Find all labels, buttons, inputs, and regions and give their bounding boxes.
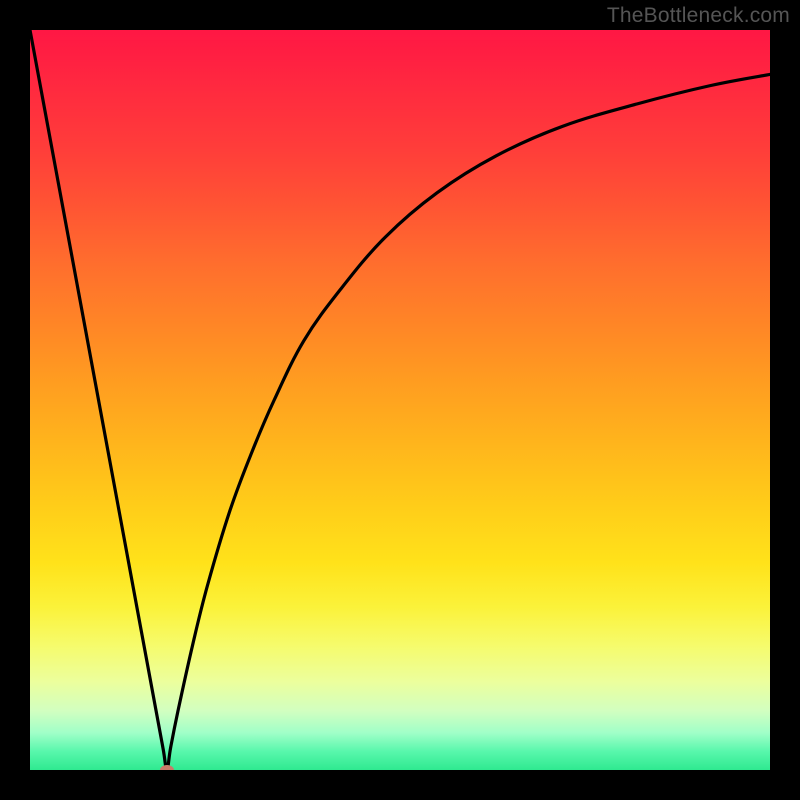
plot-area (30, 30, 770, 770)
curve-svg (30, 30, 770, 770)
optimal-point-marker (160, 765, 174, 770)
watermark-text: TheBottleneck.com (607, 4, 790, 28)
chart-frame: TheBottleneck.com (0, 0, 800, 800)
bottleneck-curve (30, 30, 770, 770)
